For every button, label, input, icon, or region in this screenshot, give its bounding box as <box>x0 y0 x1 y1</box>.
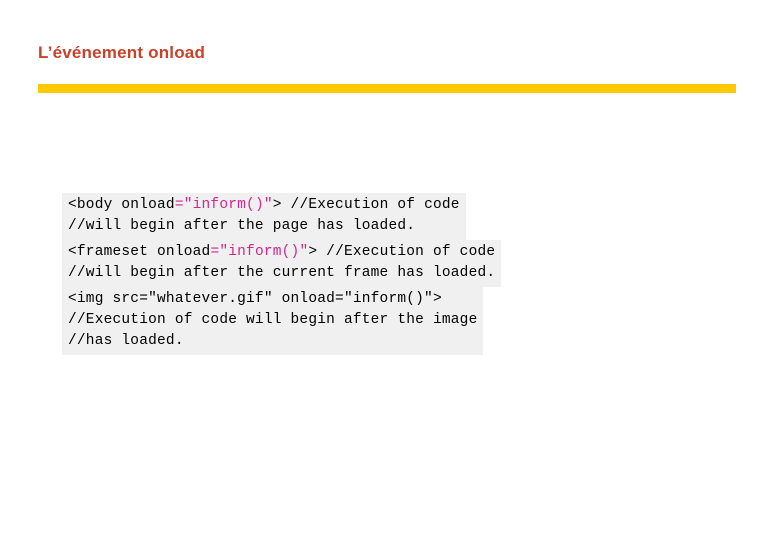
img-onload-example: <img src="whatever.gif" onload="inform()… <box>62 287 484 355</box>
code-plain-token: //Execution of code will begin after the… <box>68 312 478 328</box>
code-plain-token: //will begin after the page has loaded. <box>68 218 416 234</box>
code-plain-token: <frameset onload <box>68 244 211 260</box>
title-underline-rule <box>38 84 736 93</box>
page-title: L’événement onload <box>38 43 206 62</box>
code-plain-token: > //Execution of code <box>272 197 460 213</box>
code-examples-list: <body onload="inform()"> //Execution of … <box>62 193 702 355</box>
body-onload-example: <body onload="inform()"> //Execution of … <box>62 193 466 240</box>
code-block-wrapper: <img src="whatever.gif" onload="inform()… <box>62 287 702 355</box>
code-plain-token: <body onload <box>68 197 175 213</box>
code-line: <body onload="inform()"> //Execution of … <box>68 195 460 216</box>
code-line: <frameset onload="inform()"> //Execution… <box>68 242 495 263</box>
code-plain-token: <img src="whatever.gif" onload="inform()… <box>68 291 442 307</box>
code-line: //has loaded. <box>68 331 477 352</box>
code-line: //will begin after the page has loaded. <box>68 216 460 237</box>
code-plain-token: //has loaded. <box>68 333 184 349</box>
code-line: //Execution of code will begin after the… <box>68 310 477 331</box>
code-attribute-token: ="inform()" <box>210 244 309 260</box>
code-plain-token: //will begin after the current frame has… <box>68 265 496 281</box>
code-line: //will begin after the current frame has… <box>68 263 495 284</box>
code-line: <img src="whatever.gif" onload="inform()… <box>68 289 477 310</box>
code-block-wrapper: <body onload="inform()"> //Execution of … <box>62 193 702 240</box>
code-attribute-token: ="inform()" <box>174 197 273 213</box>
slide-canvas: L’événement onload <body onload="inform(… <box>0 0 780 540</box>
frameset-onload-example: <frameset onload="inform()"> //Execution… <box>62 240 502 287</box>
code-block-wrapper: <frameset onload="inform()"> //Execution… <box>62 240 702 287</box>
code-plain-token: > //Execution of code <box>308 244 496 260</box>
